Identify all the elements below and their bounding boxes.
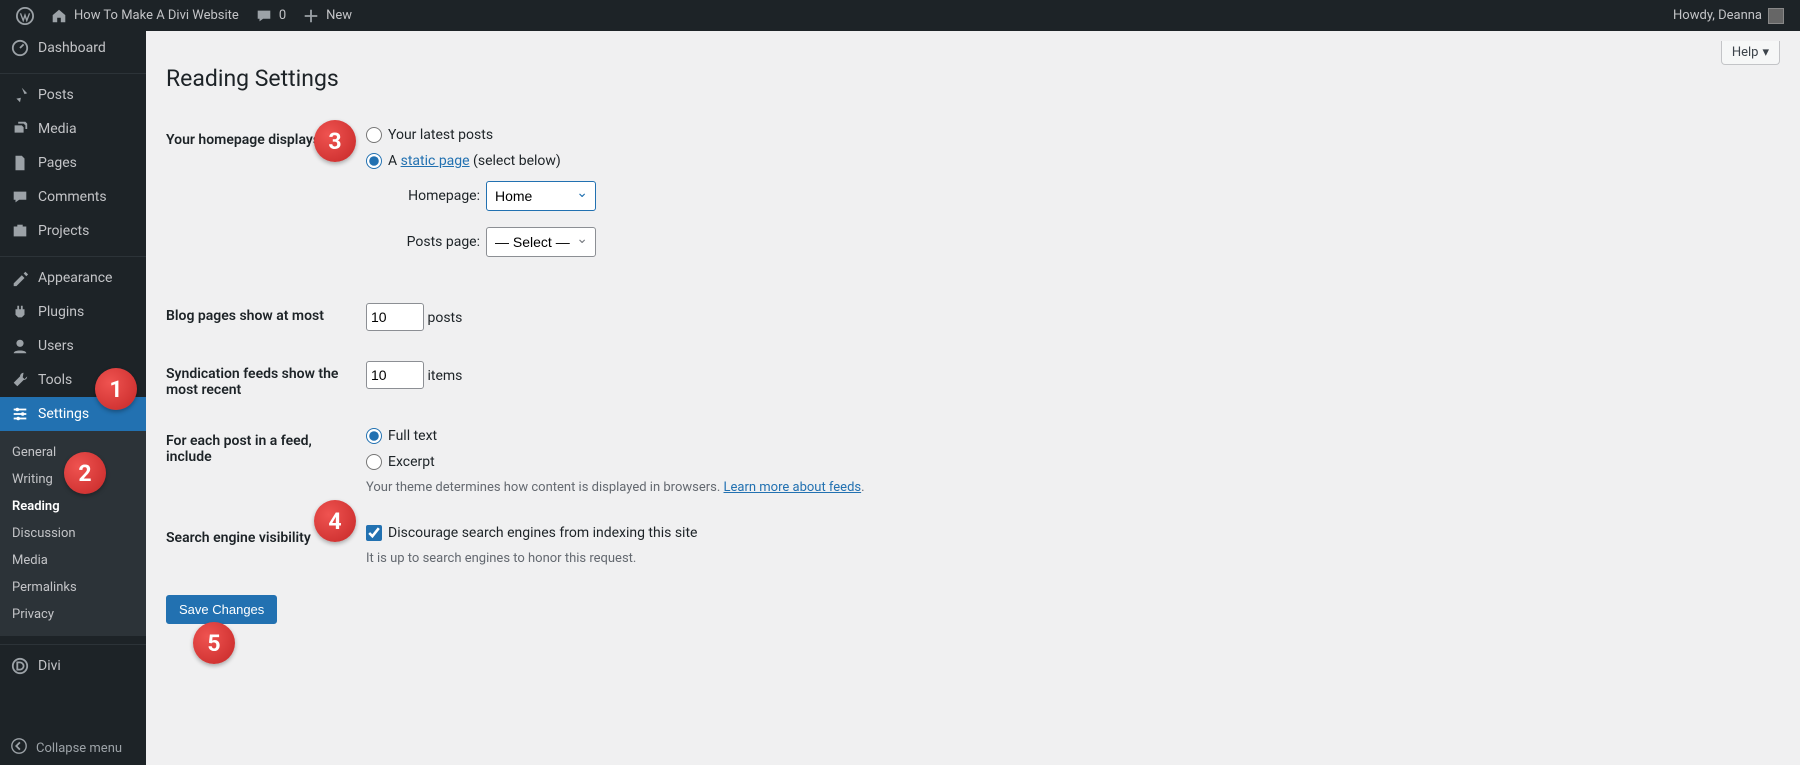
radio-static-label: A static page (select below): [388, 153, 561, 169]
search-vis-desc: It is up to search engines to honor this…: [366, 551, 1780, 566]
sub-item-privacy[interactable]: Privacy: [0, 601, 146, 628]
save-changes-button[interactable]: Save Changes: [166, 595, 277, 624]
sidebar-item-pages[interactable]: Pages: [0, 146, 146, 180]
plus-icon: [302, 7, 320, 25]
sidebar-item-label: Plugins: [38, 304, 84, 320]
sidebar-item-label: Users: [38, 338, 74, 354]
syndication-label: Syndication feeds show the most recent: [166, 361, 366, 398]
sidebar-item-label: Divi: [38, 658, 61, 674]
annotation-badge-3: 3: [314, 120, 356, 162]
collapse-icon: [10, 737, 28, 759]
new-content[interactable]: New: [294, 0, 360, 31]
sidebar-item-label: Dashboard: [38, 40, 106, 56]
wp-logo[interactable]: [8, 0, 42, 31]
site-title: How To Make A Divi Website: [74, 8, 239, 23]
radio-latest-posts[interactable]: [366, 127, 382, 143]
collapse-menu[interactable]: Collapse menu: [0, 731, 146, 765]
comment-icon: [255, 7, 273, 25]
sidebar-item-label: Pages: [38, 155, 77, 171]
appearance-icon: [10, 268, 30, 288]
sidebar-item-label: Settings: [38, 406, 89, 422]
settings-icon: [10, 404, 30, 424]
sidebar-item-media[interactable]: Media: [0, 112, 146, 146]
sub-item-discussion[interactable]: Discussion: [0, 520, 146, 547]
radio-static-page[interactable]: [366, 153, 382, 169]
dashboard-icon: [10, 38, 30, 58]
radio-excerpt-label: Excerpt: [388, 454, 435, 470]
sidebar-item-label: Projects: [38, 223, 89, 239]
feed-include-label: For each post in a feed, include: [166, 428, 366, 465]
chevron-down-icon: ▾: [1762, 45, 1769, 60]
sub-item-permalinks[interactable]: Permalinks: [0, 574, 146, 601]
annotation-badge-4: 4: [314, 500, 356, 542]
tools-icon: [10, 370, 30, 390]
sidebar-item-label: Posts: [38, 87, 74, 103]
comments-bubble[interactable]: 0: [247, 0, 294, 31]
annotation-badge-1: 1: [95, 368, 137, 410]
sidebar-item-dashboard[interactable]: Dashboard: [0, 31, 146, 65]
feed-desc: Your theme determines how content is dis…: [366, 480, 1780, 495]
howdy-account[interactable]: Howdy, Deanna: [1665, 0, 1792, 31]
sidebar-item-label: Comments: [38, 189, 107, 205]
blog-pages-input[interactable]: [366, 303, 424, 331]
radio-full-label: Full text: [388, 428, 437, 444]
page-title: Reading Settings: [166, 65, 1780, 92]
sidebar-item-projects[interactable]: Projects: [0, 214, 146, 248]
sidebar-item-comments[interactable]: Comments: [0, 180, 146, 214]
sidebar-item-posts[interactable]: Posts: [0, 78, 146, 112]
sidebar-item-label: Media: [38, 121, 77, 137]
site-name[interactable]: How To Make A Divi Website: [42, 0, 247, 31]
homepage-select-label: Homepage:: [392, 188, 480, 204]
new-label: New: [326, 8, 352, 23]
help-label: Help: [1732, 45, 1759, 60]
homepage-select[interactable]: Home: [486, 181, 596, 211]
syndication-suffix: items: [427, 368, 462, 384]
content-area: Help▾ Reading Settings Your homepage dis…: [146, 31, 1800, 765]
radio-excerpt[interactable]: [366, 454, 382, 470]
sidebar-item-appearance[interactable]: Appearance: [0, 261, 146, 295]
collapse-label: Collapse menu: [36, 741, 122, 756]
annotation-badge-2: 2: [64, 452, 106, 494]
sidebar-item-plugins[interactable]: Plugins: [0, 295, 146, 329]
radio-latest-label: Your latest posts: [388, 127, 493, 143]
blog-pages-suffix: posts: [427, 310, 462, 326]
user-icon: [10, 336, 30, 356]
plugin-icon: [10, 302, 30, 322]
howdy-text: Howdy, Deanna: [1673, 8, 1762, 23]
comments-count: 0: [279, 8, 286, 23]
admin-bar: How To Make A Divi Website 0 New Howdy, …: [0, 0, 1800, 31]
discourage-checkbox[interactable]: [366, 525, 382, 541]
divi-icon: [10, 656, 30, 676]
pin-icon: [10, 85, 30, 105]
blog-pages-label: Blog pages show at most: [166, 303, 366, 324]
sidebar-item-label: Appearance: [38, 270, 112, 286]
syndication-input[interactable]: [366, 361, 424, 389]
avatar: [1768, 8, 1784, 24]
learn-feeds-link[interactable]: Learn more about feeds: [724, 480, 862, 495]
postspage-select-label: Posts page:: [392, 234, 480, 250]
help-tab[interactable]: Help▾: [1721, 41, 1780, 65]
wordpress-icon: [16, 7, 34, 25]
page-icon: [10, 153, 30, 173]
sidebar-item-label: Tools: [38, 372, 72, 388]
projects-icon: [10, 221, 30, 241]
media-icon: [10, 119, 30, 139]
annotation-badge-5: 5: [193, 622, 235, 664]
radio-full-text[interactable]: [366, 428, 382, 444]
static-page-link[interactable]: static page: [401, 153, 470, 169]
home-icon: [50, 7, 68, 25]
sidebar-item-users[interactable]: Users: [0, 329, 146, 363]
postspage-select[interactable]: — Select —: [486, 227, 596, 257]
sub-item-reading[interactable]: Reading: [0, 493, 146, 520]
sub-item-media[interactable]: Media: [0, 547, 146, 574]
discourage-label: Discourage search engines from indexing …: [388, 525, 697, 541]
comment-icon: [10, 187, 30, 207]
sidebar-item-divi[interactable]: Divi: [0, 649, 146, 683]
